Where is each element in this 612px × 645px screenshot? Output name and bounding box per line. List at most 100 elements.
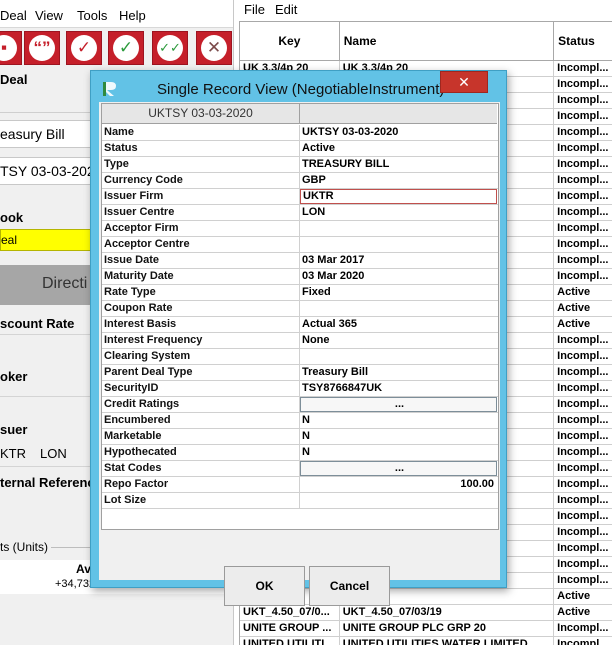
- record-row: Acceptor Firm: [102, 221, 498, 237]
- field-value[interactable]: TSY8766847UK: [300, 381, 497, 396]
- menu-view[interactable]: View: [35, 8, 63, 23]
- field-value[interactable]: GBP: [300, 173, 497, 188]
- column-key[interactable]: Key: [240, 22, 340, 60]
- menu-edit[interactable]: Edit: [275, 2, 297, 17]
- close-button[interactable]: ✕: [440, 71, 488, 93]
- field-ellipsis-button[interactable]: ...: [300, 397, 497, 412]
- field-value[interactable]: 03 Mar 2017: [300, 253, 497, 268]
- field-label: Interest Basis: [102, 317, 300, 332]
- quote-icon: “”: [29, 35, 55, 61]
- cancel-icon: ✕: [201, 35, 227, 61]
- field-label: Issue Date: [102, 253, 300, 268]
- field-label: Coupon Rate: [102, 301, 300, 316]
- field-value[interactable]: N: [300, 413, 497, 428]
- field-value[interactable]: [300, 237, 497, 252]
- field-ellipsis-button[interactable]: ...: [300, 461, 497, 476]
- approve-button[interactable]: ✓: [108, 31, 144, 65]
- external-reference-label: ternal Reference: [0, 475, 102, 490]
- row-status-cell: Incompl...: [554, 461, 612, 476]
- record-row: Issuer Firm UKTR: [102, 189, 498, 205]
- field-label: Interest Frequency: [102, 333, 300, 348]
- menu-help[interactable]: Help: [119, 8, 146, 23]
- close-icon: ✕: [458, 74, 470, 90]
- record-rows: Name UKTSY 03-03-2020 Status Active Type TREA…: [102, 125, 498, 509]
- row-status-cell: Incompl...: [554, 205, 612, 220]
- table-row[interactable]: UNITE GROUP ... UNITE GROUP PLC GRP 20 Inc…: [240, 621, 612, 637]
- column-name[interactable]: Name: [340, 22, 555, 60]
- field-value[interactable]: Actual 365: [300, 317, 497, 332]
- record-row: Credit Ratings...: [102, 397, 498, 413]
- field-value[interactable]: TREASURY BILL: [300, 157, 497, 172]
- menu-file[interactable]: File: [244, 2, 265, 17]
- dialog-body: UKTSY 03-03-2020 Name UKTSY 03-03-2020 Sta…: [99, 102, 500, 606]
- row-status-cell: Active: [554, 301, 612, 316]
- field-label: Hypothecated: [102, 445, 300, 460]
- field-value[interactable]: Active: [300, 141, 497, 156]
- cancel-button[interactable]: Cancel: [309, 566, 390, 606]
- row-status-cell: Incompl...: [554, 381, 612, 396]
- check-green-icon: ✓: [113, 35, 139, 61]
- record-row: Stat Codes...: [102, 461, 498, 477]
- field-value[interactable]: Fixed: [300, 285, 497, 300]
- field-value[interactable]: Treasury Bill: [300, 365, 497, 380]
- row-status-cell: Incompl...: [554, 157, 612, 172]
- field-value[interactable]: N: [300, 429, 497, 444]
- field-label: Encumbered: [102, 413, 300, 428]
- quote-button[interactable]: “”: [24, 31, 60, 65]
- field-label: Issuer Firm: [102, 189, 300, 204]
- row-status-cell: Incompl...: [554, 573, 612, 588]
- menu-tools[interactable]: Tools: [77, 8, 107, 23]
- record-row: Clearing System: [102, 349, 498, 365]
- row-status-cell: Incompl...: [554, 557, 612, 572]
- instrument-name-value: TSY 03-03-2020: [0, 163, 103, 179]
- field-label: Repo Factor: [102, 477, 300, 492]
- issuer-firm-value: KTR: [0, 446, 26, 461]
- field-value[interactable]: UKTR: [300, 189, 497, 204]
- field-value[interactable]: UKTSY 03-03-2020: [300, 125, 497, 140]
- record-header-title: UKTSY 03-03-2020: [102, 104, 300, 124]
- units-group-label: ts (Units): [0, 540, 51, 554]
- row-status-cell: Incompl...: [554, 445, 612, 460]
- double-check-icon: ✓✓: [157, 35, 183, 61]
- field-label: Marketable: [102, 429, 300, 444]
- menu-deal[interactable]: Deal: [0, 8, 27, 23]
- record-row: Marketable N: [102, 429, 498, 445]
- field-value[interactable]: N: [300, 445, 497, 460]
- field-label: Credit Ratings: [102, 397, 300, 412]
- field-value[interactable]: 03 Mar 2020: [300, 269, 497, 284]
- field-value[interactable]: [300, 301, 497, 316]
- row-status-cell: Active: [554, 317, 612, 332]
- record-table: UKTSY 03-03-2020 Name UKTSY 03-03-2020 Sta…: [101, 103, 499, 530]
- single-record-dialog: Single Record View (NegotiableInstrument…: [90, 70, 507, 606]
- record-header-blank: [300, 104, 497, 124]
- ok-button[interactable]: OK: [224, 566, 305, 606]
- deal-section-title: Deal: [0, 72, 28, 87]
- row-status-cell: Incompl...: [554, 493, 612, 508]
- issuer-label: suer: [0, 422, 28, 437]
- double-approve-button[interactable]: ✓✓: [152, 31, 188, 65]
- row-status-cell: Incompl...: [554, 349, 612, 364]
- field-value[interactable]: None: [300, 333, 497, 348]
- table-row[interactable]: UKT_4.50_07/0... UKT_4.50_07/03/19 Active: [240, 605, 612, 621]
- instrument-type-value: easury Bill: [0, 126, 65, 142]
- row-status-cell: Incompl...: [554, 637, 612, 645]
- grid-header: Key Name Status: [240, 22, 612, 61]
- cancel-deal-button[interactable]: ✕: [196, 31, 232, 65]
- units-column-header: Av: [76, 562, 91, 576]
- field-value[interactable]: [300, 221, 497, 236]
- field-value[interactable]: [300, 349, 497, 364]
- table-row[interactable]: UNITED UTILITI... UNITED UTILITIES WATER …: [240, 637, 612, 645]
- row-status-cell: Incompl...: [554, 189, 612, 204]
- record-row: Interest Basis Actual 365: [102, 317, 498, 333]
- row-status-cell: Incompl...: [554, 253, 612, 268]
- row-status-cell: Incompl...: [554, 509, 612, 524]
- row-status-cell: Incompl...: [554, 93, 612, 108]
- column-status[interactable]: Status: [554, 22, 612, 60]
- field-value[interactable]: [300, 493, 497, 508]
- save-button[interactable]: ▪: [0, 31, 22, 65]
- field-value[interactable]: 100.00: [300, 477, 497, 492]
- check-button[interactable]: ✓: [66, 31, 102, 65]
- field-value[interactable]: LON: [300, 205, 497, 220]
- row-name-cell: UNITE GROUP PLC GRP 20: [340, 621, 555, 636]
- record-row: Parent Deal Type Treasury Bill: [102, 365, 498, 381]
